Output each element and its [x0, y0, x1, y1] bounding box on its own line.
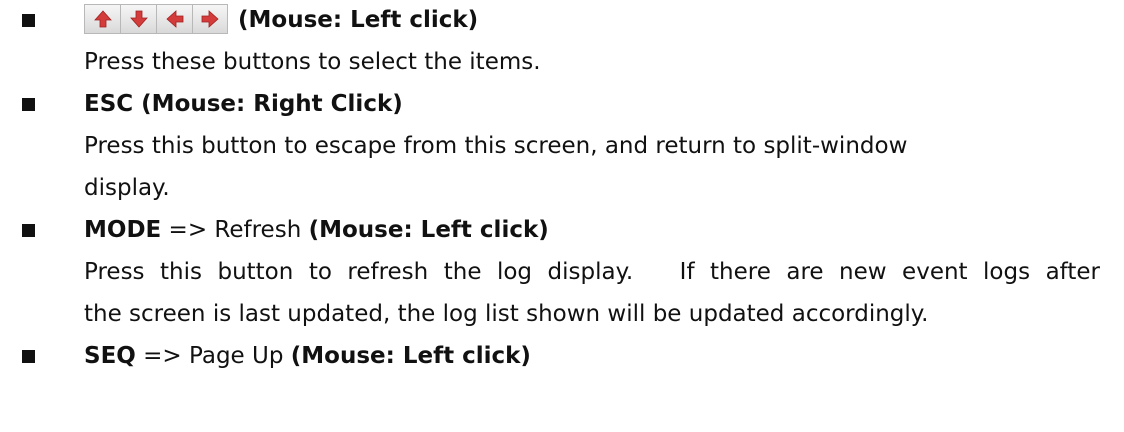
bullet-square-icon: [22, 14, 35, 27]
mode-mouse-hint: (Mouse: Left click): [308, 217, 549, 243]
up-arrow-icon: [93, 10, 112, 28]
arrow-description: Press these buttons to select the items.: [84, 49, 541, 75]
mode-action: => Refresh: [161, 217, 309, 243]
right-arrow-button[interactable]: [192, 4, 228, 34]
bullet-square-icon: [22, 98, 35, 111]
mode-description-line1: Press this button to refresh the log dis…: [84, 259, 1100, 285]
seq-heading: SEQ => Page Up (Mouse: Left click): [84, 336, 531, 376]
mode-description-line2: the screen is last updated, the log list…: [84, 301, 929, 327]
esc-title: ESC (Mouse: Right Click): [84, 91, 403, 117]
down-arrow-button[interactable]: [120, 4, 156, 34]
bullet-square-icon: [22, 224, 35, 237]
seq-mouse-hint: (Mouse: Left click): [290, 343, 531, 369]
esc-description-line1: Press this button to escape from this sc…: [84, 133, 908, 159]
right-arrow-icon: [201, 10, 219, 28]
seq-key: SEQ: [84, 343, 136, 369]
mode-key: MODE: [84, 217, 162, 243]
arrow-button-group: [84, 4, 230, 34]
down-arrow-icon: [129, 10, 148, 28]
arrow-mouse-hint: (Mouse: Left click): [238, 7, 479, 33]
left-arrow-button[interactable]: [156, 4, 192, 34]
bullet-square-icon: [22, 350, 35, 363]
left-arrow-icon: [165, 10, 183, 28]
seq-action: => Page Up: [135, 343, 291, 369]
up-arrow-button[interactable]: [84, 4, 120, 34]
mode-heading: MODE => Refresh (Mouse: Left click): [84, 210, 549, 250]
esc-description-line2: display.: [84, 175, 170, 201]
